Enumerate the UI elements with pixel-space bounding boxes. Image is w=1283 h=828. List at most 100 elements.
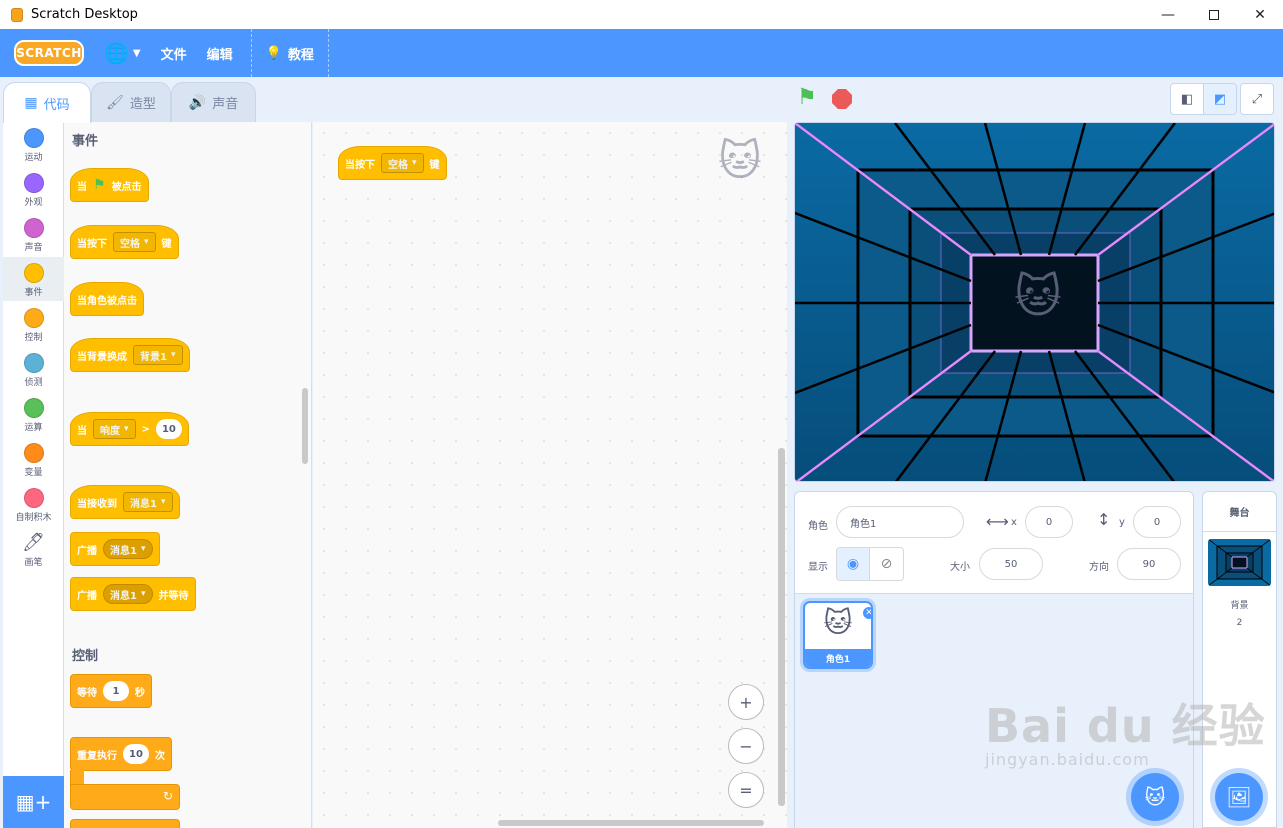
category-operators[interactable]: 运算 — [3, 392, 64, 436]
category-label: 外观 — [24, 198, 43, 208]
block-when-receive[interactable]: 当接收到 消息1 — [70, 485, 180, 519]
zoom-reset-button[interactable]: = — [728, 772, 764, 808]
minimize-button[interactable]: — — [1145, 0, 1191, 29]
category-my-blocks[interactable]: 自制积木 — [3, 482, 64, 526]
sprite-name-label: 角色 — [808, 521, 828, 532]
category-dot-icon — [23, 308, 44, 328]
script-area[interactable] — [313, 122, 787, 828]
hide-sprite-button[interactable]: ⊘ — [870, 548, 903, 580]
backdrops-label: 背景 — [1230, 601, 1249, 611]
workspace-horizontal-scrollbar[interactable] — [498, 820, 764, 826]
close-button[interactable]: ✕ — [1237, 0, 1283, 29]
block-when-key-pressed[interactable]: 当按下 空格 键 — [70, 225, 179, 259]
sprite-cat-icon[interactable]: 🐱 — [1014, 273, 1062, 319]
block-text: 键 — [429, 159, 440, 171]
message-dropdown[interactable]: 消息1 — [103, 584, 153, 604]
message-dropdown[interactable]: 消息1 — [123, 492, 173, 512]
speaker-icon: 🔊 — [188, 94, 207, 111]
sprite-info-panel: 角色 角色1 ⟷ x 0 ↕ y 0 显示 ◉ ⊘ 大小 50 方向 90 🐱 … — [794, 491, 1194, 828]
file-menu[interactable]: 文件 — [161, 44, 187, 63]
category-label: 自制积木 — [15, 513, 52, 523]
small-stage-button[interactable]: ◧ — [1170, 83, 1204, 115]
palette-scrollbar[interactable] — [302, 388, 308, 464]
stop-button[interactable] — [832, 89, 852, 109]
block-text: 当接收到 — [77, 498, 117, 510]
loop-arrow-icon: ↻ — [162, 789, 173, 803]
category-label: 侦测 — [24, 378, 43, 388]
show-sprite-button[interactable]: ◉ — [837, 548, 871, 580]
category-events[interactable]: 事件 — [3, 257, 64, 301]
key-dropdown[interactable]: 空格 — [381, 153, 424, 173]
category-control[interactable]: 控制 — [3, 302, 64, 346]
tab-sounds-label: 声音 — [212, 97, 239, 112]
block-forever[interactable] — [70, 819, 180, 828]
repeat-count-input[interactable]: 10 — [123, 744, 149, 764]
category-dot-icon — [23, 443, 44, 463]
add-extension-button[interactable]: ▦+ — [3, 776, 64, 828]
choose-sprite-button[interactable]: 🐱 — [1131, 773, 1179, 821]
green-flag-button[interactable]: ⚑ — [797, 87, 817, 109]
tab-code[interactable]: ▦ 代码 — [3, 82, 91, 123]
backdrop-dropdown[interactable]: 背景1 — [133, 345, 183, 365]
y-position-input[interactable]: 0 — [1133, 506, 1181, 538]
sprite-tile[interactable]: 🐱 角色1 ✕ — [803, 601, 873, 669]
block-broadcast-and-wait[interactable]: 广播 消息1 并等待 — [70, 577, 196, 611]
fullscreen-icon: ⤢ — [1251, 91, 1263, 107]
loudness-dropdown[interactable]: 响度 — [93, 419, 136, 439]
category-looks[interactable]: 外观 — [3, 167, 64, 211]
delete-sprite-button[interactable]: ✕ — [862, 606, 871, 620]
block-text: 重复执行 — [77, 750, 117, 762]
key-dropdown[interactable]: 空格 — [113, 232, 156, 252]
message-dropdown[interactable]: 消息1 — [103, 539, 153, 559]
stage-canvas[interactable]: 🐱 — [794, 122, 1275, 482]
code-blocks-icon: ▦ — [24, 95, 38, 111]
block-when-flag-clicked[interactable]: 当 ⚑ 被点击 — [70, 168, 149, 202]
category-label: 运算 — [24, 423, 43, 433]
baidu-watermark: Bai du 经验 jingyan.baidu.com — [985, 690, 1266, 769]
block-text: 当 — [77, 425, 87, 437]
wait-seconds-input[interactable]: 1 — [103, 681, 129, 701]
category-label: 变量 — [24, 468, 43, 478]
block-text: 被点击 — [111, 181, 142, 193]
normal-stage-button[interactable]: ◩ — [1203, 83, 1237, 115]
block-text: 并等待 — [158, 590, 189, 602]
maximize-button[interactable] — [1191, 0, 1237, 29]
block-repeat[interactable]: 重复执行 10 次 — [70, 737, 172, 771]
category-dot-icon — [23, 353, 44, 373]
block-when-backdrop-switches[interactable]: 当背景换成 背景1 — [70, 338, 190, 372]
choose-backdrop-button[interactable]: 🖼 — [1215, 773, 1263, 821]
size-input[interactable]: 50 — [979, 548, 1043, 580]
block-when-sprite-clicked[interactable]: 当角色被点击 — [70, 282, 144, 316]
sprite-name-input[interactable]: 角色1 — [836, 506, 964, 538]
category-sensing[interactable]: 侦测 — [3, 347, 64, 391]
zoom-out-button[interactable]: − — [728, 728, 764, 764]
zoom-in-button[interactable]: + — [728, 684, 764, 720]
tab-sounds[interactable]: 🔊 声音 — [171, 82, 256, 122]
edit-menu[interactable]: 编辑 — [207, 44, 233, 63]
loudness-input[interactable]: 10 — [155, 419, 182, 439]
menu-bar: SCRATCH 🌐 ▼ 文件 编辑 💡 教程 — [0, 29, 1283, 77]
scratch-logo[interactable]: SCRATCH — [14, 40, 84, 66]
block-when-loudness[interactable]: 当 响度 > 10 — [70, 412, 189, 446]
block-text: 当按下 — [345, 159, 375, 171]
fullscreen-button[interactable]: ⤢ — [1240, 83, 1274, 115]
script-block-when-key-pressed[interactable]: 当按下 空格 键 — [338, 146, 447, 180]
tutorials-menu[interactable]: 💡 教程 — [266, 44, 314, 63]
eye-icon: ◉ — [846, 556, 860, 572]
category-variables[interactable]: 变量 — [3, 437, 64, 481]
category-pen[interactable]: 🖊 画笔 — [3, 527, 64, 571]
zoom-reset-icon: = — [739, 780, 753, 800]
block-broadcast[interactable]: 广播 消息1 — [70, 532, 160, 566]
tab-costumes[interactable]: 🖌 造型 — [91, 82, 171, 122]
category-motion[interactable]: 运动 — [3, 122, 64, 166]
backdrop-thumbnail[interactable] — [1208, 539, 1271, 586]
category-dot-icon — [23, 128, 44, 148]
language-menu[interactable]: 🌐 ▼ — [104, 41, 141, 65]
direction-input[interactable]: 90 — [1117, 548, 1181, 580]
category-label: 画笔 — [24, 558, 43, 568]
x-position-input[interactable]: 0 — [1025, 506, 1073, 538]
block-wait[interactable]: 等待 1 秒 — [70, 674, 152, 708]
category-sound[interactable]: 声音 — [3, 212, 64, 256]
block-text: 等待 — [77, 687, 97, 699]
workspace-vertical-scrollbar[interactable] — [778, 448, 785, 806]
